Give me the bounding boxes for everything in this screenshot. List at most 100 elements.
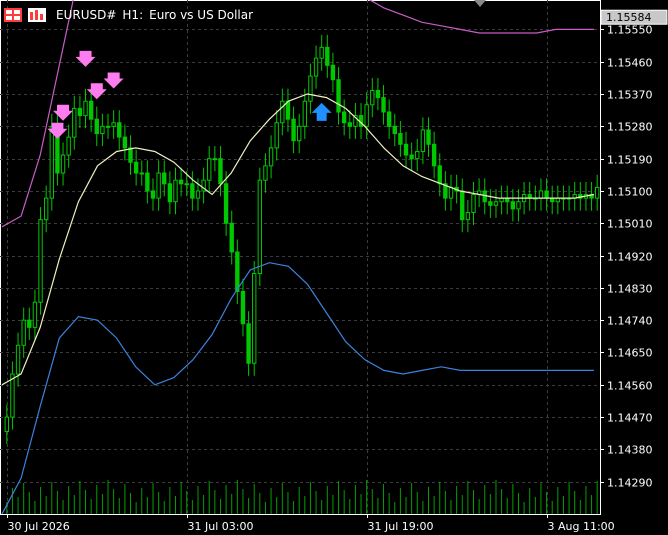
y-tick-label: 1.15370: [607, 89, 653, 102]
current-price-label: 1.15584: [606, 11, 652, 24]
candle-body: [38, 219, 43, 303]
x-tick-label: 31 Jul 19:00: [368, 520, 434, 533]
candle-body: [15, 344, 21, 375]
chart-symbol: EURUSD#: [56, 8, 117, 22]
candle-body: [426, 129, 431, 145]
candle-body: [471, 194, 476, 213]
candle-body: [128, 147, 133, 163]
candle-body: [229, 222, 234, 253]
candle-body: [195, 190, 201, 199]
candle-body: [235, 251, 240, 292]
candle-body: [325, 46, 330, 66]
candle-body: [10, 373, 15, 418]
candle-body: [392, 125, 397, 135]
candle-body: [431, 143, 437, 167]
candle-body: [268, 147, 274, 167]
candle-body: [133, 161, 139, 174]
candle-body: [77, 107, 83, 117]
candle-body: [347, 122, 352, 127]
candle-body: [336, 79, 341, 113]
candle-body: [252, 273, 257, 364]
candle-body: [190, 183, 195, 199]
candle-body: [263, 165, 268, 181]
candle-body: [409, 154, 414, 160]
candle-body: [100, 125, 105, 135]
sell-arrow-icon: [53, 104, 74, 121]
candle-body: [88, 100, 94, 120]
candle-body: [420, 129, 426, 152]
candle-body: [162, 172, 167, 185]
candle-body: [49, 125, 54, 199]
candle-body: [4, 416, 9, 432]
y-tick-label: 1.14470: [607, 412, 653, 425]
candle-body: [122, 136, 128, 149]
chart-properties-icon[interactable]: [28, 8, 46, 22]
sell-arrow-icon: [86, 83, 107, 100]
candle-body: [178, 179, 184, 185]
x-tick-label: 31 Jul 03:00: [188, 520, 254, 533]
candle-body: [21, 319, 26, 346]
candle-body: [156, 172, 161, 199]
candle-body: [403, 143, 409, 156]
y-tick-label: 1.15550: [607, 24, 653, 37]
candle-body: [72, 107, 77, 138]
candle-body: [240, 290, 246, 325]
y-tick-label: 1.14920: [607, 251, 653, 264]
chart-type-icon[interactable]: [4, 8, 22, 22]
sell-arrow-icon: [103, 72, 124, 89]
chart-header: EURUSD# H1: Euro vs US Dollar: [4, 6, 253, 24]
y-tick-label: 1.14560: [607, 380, 653, 393]
candle-body: [297, 125, 302, 142]
candle-body: [285, 100, 291, 120]
candle-body: [381, 97, 386, 113]
lower-band-line: [1, 262, 594, 515]
candle-body: [27, 319, 32, 328]
candle-body: [319, 46, 324, 59]
candle-body: [212, 158, 218, 161]
candle-body: [308, 75, 313, 102]
candle-body: [386, 111, 392, 127]
candle-body: [398, 133, 403, 145]
candle-body: [375, 89, 381, 99]
candle-body: [246, 323, 251, 364]
price-chart[interactable]: 1.15550 1.15460 1.15370 1.15280 1.15190 1.151…: [0, 0, 668, 535]
candle-body: [465, 211, 471, 221]
chart-window[interactable]: 1.15550 1.15460 1.15370 1.15280 1.15190 1.151…: [0, 0, 668, 535]
candle-body: [167, 183, 173, 203]
candle-body: [139, 172, 144, 175]
candle-body: [280, 100, 285, 124]
candle-body: [207, 158, 212, 181]
candle-body: [184, 183, 189, 186]
candle-body: [538, 190, 544, 199]
candle-body: [111, 122, 116, 127]
candle-body: [330, 64, 336, 81]
candle-body: [595, 186, 600, 199]
candle-body: [223, 183, 229, 224]
candle-body: [117, 122, 122, 138]
chart-shift-icon: [474, 0, 486, 7]
x-tick-label: 3 Aug 11:00: [548, 520, 615, 533]
plot-frame: [0, 0, 601, 515]
candle-body: [83, 100, 88, 117]
sell-arrow-icon: [75, 50, 96, 67]
x-tick-label: 30 Jul 2026: [8, 520, 70, 533]
y-tick-label: 1.15190: [607, 154, 653, 167]
y-tick-label: 1.14650: [607, 347, 653, 360]
candle-body: [291, 118, 296, 142]
candle-body: [145, 172, 150, 192]
candle-body: [150, 190, 156, 199]
candle-body: [460, 190, 465, 221]
chart-description: Euro vs US Dollar: [149, 8, 254, 22]
candle-body: [60, 154, 66, 174]
y-tick-label: 1.15010: [607, 218, 653, 231]
candle-body: [32, 301, 38, 328]
candle-body: [544, 190, 549, 199]
y-tick-label: 1.14740: [607, 315, 653, 328]
candle-body: [516, 201, 521, 210]
buy-arrow-icon: [311, 102, 332, 121]
candle-body: [94, 118, 99, 135]
candle-body: [257, 179, 263, 275]
candle-body: [218, 158, 223, 185]
candle-body: [313, 57, 319, 77]
candle-body: [437, 165, 442, 185]
